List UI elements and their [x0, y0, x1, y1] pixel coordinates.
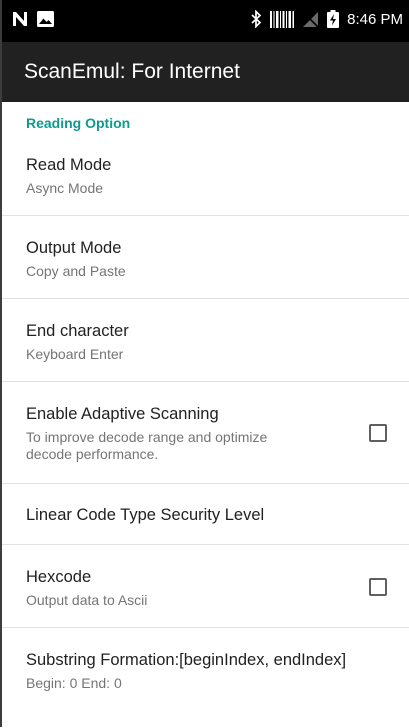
pref-summary: To improve decode range and optimize dec… — [26, 429, 268, 462]
app-bar: ScanEmul: For Internet — [0, 42, 409, 102]
pref-linear-code-security-level[interactable]: Linear Code Type Security Level — [0, 484, 409, 545]
no-signal-icon — [302, 10, 319, 28]
notification-n-icon — [13, 12, 27, 26]
battery-charging-icon — [327, 10, 340, 28]
pref-read-mode[interactable]: Read Mode Async Mode — [0, 144, 409, 216]
preferences-list: Reading Option Read Mode Async Mode Outp… — [0, 102, 409, 728]
section-header-reading-option: Reading Option — [26, 115, 131, 131]
pref-hexcode[interactable]: Hexcode Output data to Ascii — [0, 545, 409, 628]
pref-title: Linear Code Type Security Level — [26, 506, 265, 524]
pref-title: Output Mode — [26, 239, 122, 257]
bluetooth-icon — [251, 10, 262, 28]
status-bar: 8:46 PM — [0, 0, 409, 42]
pref-title: Substring Formation:[beginIndex, endInde… — [26, 651, 347, 669]
image-icon — [37, 11, 54, 27]
barcode-icon — [270, 10, 295, 28]
pref-summary: Keyboard Enter — [26, 346, 124, 362]
pref-end-character[interactable]: End character Keyboard Enter — [0, 299, 409, 382]
clock: 8:46 PM — [347, 10, 403, 28]
pref-summary: Output data to Ascii — [26, 592, 148, 608]
hexcode-checkbox[interactable] — [369, 578, 387, 596]
pref-summary: Begin: 0 End: 0 — [26, 675, 122, 691]
pref-output-mode[interactable]: Output Mode Copy and Paste — [0, 216, 409, 299]
pref-summary: Async Mode — [26, 180, 104, 196]
window-edge — [0, 0, 2, 727]
pref-title: Read Mode — [26, 156, 112, 174]
pref-substring-formation[interactable]: Substring Formation:[beginIndex, endInde… — [0, 628, 409, 728]
app-title: ScanEmul: For Internet — [24, 60, 240, 83]
pref-summary: Copy and Paste — [26, 263, 126, 279]
pref-title: Hexcode — [26, 568, 92, 586]
pref-title: Enable Adaptive Scanning — [26, 405, 219, 423]
pref-enable-adaptive-scanning[interactable]: Enable Adaptive Scanning To improve deco… — [0, 382, 409, 484]
pref-title: End character — [26, 322, 129, 340]
adaptive-scanning-checkbox[interactable] — [369, 424, 387, 442]
